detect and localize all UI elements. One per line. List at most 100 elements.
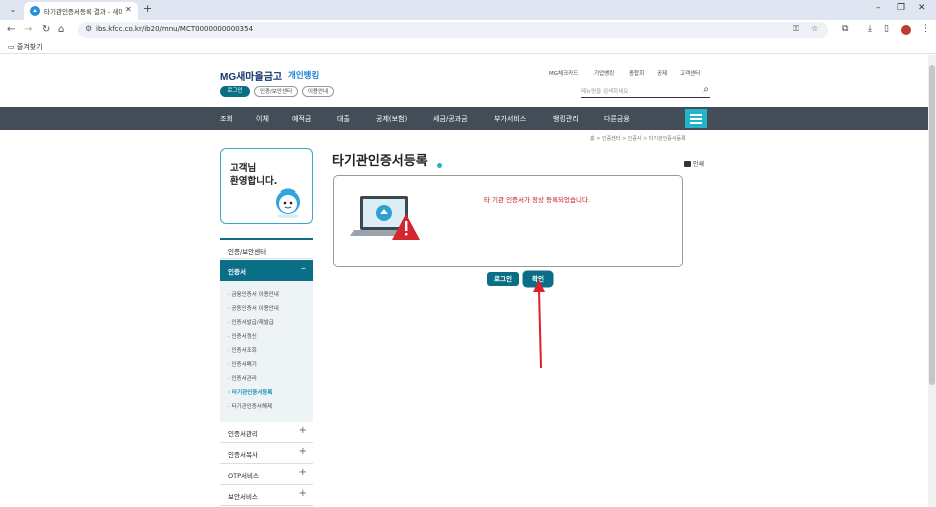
submenu-item[interactable]: · 인증서발급/재발급 (228, 318, 274, 326)
site-info-icon[interactable]: ⚙ (85, 24, 92, 33)
result-message: 타 기관 인증서가 정상 등록되었습니다. (484, 196, 591, 204)
util-link-checkcard[interactable]: MG체크카드 (549, 69, 578, 77)
password-key-icon[interactable]: ⚿ (793, 24, 799, 34)
sidebar-item-otp[interactable]: OTP서비스 + (220, 464, 313, 485)
util-link-insurance[interactable]: 공제 (657, 69, 667, 77)
bookmark-folder[interactable]: ▭ 즐겨찾기 (8, 42, 43, 52)
extensions-icon[interactable]: ⧉ (842, 24, 848, 34)
sidebar-item-cert-copy[interactable]: 인증서복사 + (220, 443, 313, 464)
logo[interactable]: MG새마을금고 (220, 68, 282, 83)
bookmark-folder-label: 즐겨찾기 (16, 43, 43, 51)
menu-search-input[interactable]: 메뉴명을 검색하세요 ⌕ (581, 84, 710, 98)
expand-icon[interactable]: + (299, 488, 307, 499)
submenu-item[interactable]: · 인증서조회 (228, 346, 257, 354)
welcome-box: 고객님 환영합니다. (220, 148, 313, 224)
browser-tab[interactable]: 타기관인증서등록 결과 - 새마을금고 ✕ (24, 2, 138, 20)
nav-insurance[interactable]: 공제(보험) (376, 114, 407, 124)
page-scrollbar[interactable] (928, 55, 936, 507)
bookmark-star-icon[interactable]: ☆ (811, 24, 818, 33)
submenu-label: 공동인증서 이용안내 (231, 306, 279, 312)
submenu-label: 인증서조회 (231, 348, 257, 354)
submenu-label: 인증서폐기 (231, 362, 257, 368)
search-placeholder: 메뉴명을 검색하세요 (581, 89, 629, 95)
result-box: 타 기관 인증서가 정상 등록되었습니다. (333, 175, 683, 267)
nav-tax[interactable]: 세금/공과금 (433, 114, 468, 124)
nav-loan[interactable]: 대출 (337, 114, 350, 124)
tab-close-icon[interactable]: ✕ (125, 5, 132, 14)
nav-transfer[interactable]: 이체 (256, 114, 269, 124)
nav-deposit[interactable]: 예적금 (292, 114, 311, 124)
download-icon[interactable]: ⤓ (868, 24, 872, 34)
tab-search-dropdown-icon[interactable]: ⌄ (6, 3, 20, 17)
guide-button[interactable]: 이용안내 (302, 86, 334, 97)
sidebar-item-cert-management[interactable]: 인증서관리 + (220, 422, 313, 443)
personal-banking-label[interactable]: 개인뱅킹 (288, 69, 319, 81)
reload-icon[interactable]: ↻ (42, 24, 50, 35)
nav-other-finance[interactable]: 다른금융 (604, 114, 630, 124)
minimize-icon[interactable]: – (876, 3, 881, 13)
profile-avatar[interactable] (901, 25, 911, 35)
sidebar-item-certificate[interactable]: 인증서 – (220, 260, 313, 281)
submenu-item[interactable]: · 금융인증서 이용안내 (228, 290, 279, 298)
security-center-button[interactable]: 인증/보안센터 (254, 86, 298, 97)
sidepanel-icon[interactable]: ▯ (884, 24, 889, 34)
restore-icon[interactable]: ❐ (897, 3, 905, 13)
welcome-line-1: 고객님 (230, 163, 257, 174)
print-label: 인쇄 (693, 161, 705, 168)
back-icon[interactable]: ← (7, 24, 15, 35)
url-text[interactable]: ibs.kfcc.co.kr/ib20/mnu/MCT0000000000354 (96, 25, 253, 33)
web-page: MG새마을금고 개인뱅킹 로그인 인증/보안센터 이용안내 MG체크카드 기업뱅… (0, 55, 928, 507)
submenu-item[interactable]: · 인증서폐기 (228, 360, 257, 368)
nav-extra-services[interactable]: 부가서비스 (494, 114, 526, 124)
submenu-label: 금융인증서 이용안내 (231, 292, 279, 298)
sidebar-item-security[interactable]: 보안서비스 + (220, 485, 313, 506)
login-top-button[interactable]: 로그인 (220, 86, 250, 97)
address-bar[interactable]: ⚙ ibs.kfcc.co.kr/ib20/mnu/MCT00000000003… (78, 22, 828, 38)
sidebar-item-label: 인증서관리 (228, 430, 258, 438)
menu-kebab-icon[interactable]: ⋮ (921, 24, 930, 34)
new-tab-button[interactable]: + (143, 2, 152, 15)
submenu-item[interactable]: · 타기관인증서해제 (228, 402, 272, 410)
tab-title: 타기관인증서등록 결과 - 새마을금고 (44, 8, 122, 16)
util-link-corporate[interactable]: 기업뱅킹 (594, 69, 614, 77)
nav-banking-management[interactable]: 뱅킹관리 (553, 114, 579, 124)
submenu-item-active[interactable]: · 타기관인증서등록 (228, 388, 273, 396)
submenu-item[interactable]: · 공동인증서 이용안내 (228, 304, 279, 312)
sidebar-section-title[interactable]: 인증/보안센터 (220, 238, 313, 259)
submenu-label: 인증서발급/재발급 (231, 320, 274, 326)
search-icon[interactable]: ⌕ (703, 84, 709, 95)
forward-icon[interactable]: → (24, 24, 32, 35)
laptop-warning-icon (350, 196, 420, 240)
hamburger-menu-icon[interactable] (685, 109, 707, 128)
site-favicon-icon (30, 6, 40, 16)
sidebar-item-label: 인증서복사 (228, 451, 258, 459)
submenu-item[interactable]: · 인증서갱신 (228, 332, 257, 340)
sidebar-submenu: · 금융인증서 이용안내 · 공동인증서 이용안내 · 인증서발급/재발급 · … (220, 281, 313, 422)
page-title: 타기관인증서등록 (332, 153, 428, 168)
login-button[interactable]: 로그인 (487, 272, 519, 286)
util-link-general[interactable]: 종합회 (629, 69, 644, 77)
collapse-icon[interactable]: – (301, 263, 306, 274)
print-button[interactable]: 인쇄 (684, 159, 704, 168)
expand-icon[interactable]: + (299, 467, 307, 478)
sidebar-item-label: 보안서비스 (228, 493, 258, 501)
nav-inquiry[interactable]: 조회 (220, 114, 233, 124)
browser-toolbar: ← → ↻ ⌂ ⚙ ibs.kfcc.co.kr/ib20/mnu/MCT000… (0, 20, 936, 40)
expand-icon[interactable]: + (299, 446, 307, 457)
util-link-customer-center[interactable]: 고객센터 (680, 69, 700, 77)
submenu-label: 인증서관리 (231, 376, 257, 382)
submenu-label: 타기관인증서등록 (232, 390, 273, 396)
submenu-item[interactable]: · 인증서관리 (228, 374, 257, 382)
sidebar-section-label: 인증/보안센터 (228, 248, 267, 256)
sidebar-item-label: OTP서비스 (228, 472, 259, 480)
browser-tab-bar: ⌄ 타기관인증서등록 결과 - 새마을금고 ✕ + – ❐ ✕ (0, 0, 936, 20)
bookmarks-bar: ▭ 즐겨찾기 (0, 40, 936, 54)
title-accent-dot (437, 163, 442, 168)
close-window-icon[interactable]: ✕ (918, 3, 926, 13)
breadcrumb: 홈 > 인증센터 > 인증서 > 타기관인증서등록 (590, 136, 686, 142)
expand-icon[interactable]: + (299, 425, 307, 436)
home-icon[interactable]: ⌂ (58, 24, 64, 35)
scroll-thumb[interactable] (929, 65, 935, 385)
submenu-label: 타기관인증서해제 (231, 404, 272, 410)
submenu-label: 인증서갱신 (231, 334, 257, 340)
